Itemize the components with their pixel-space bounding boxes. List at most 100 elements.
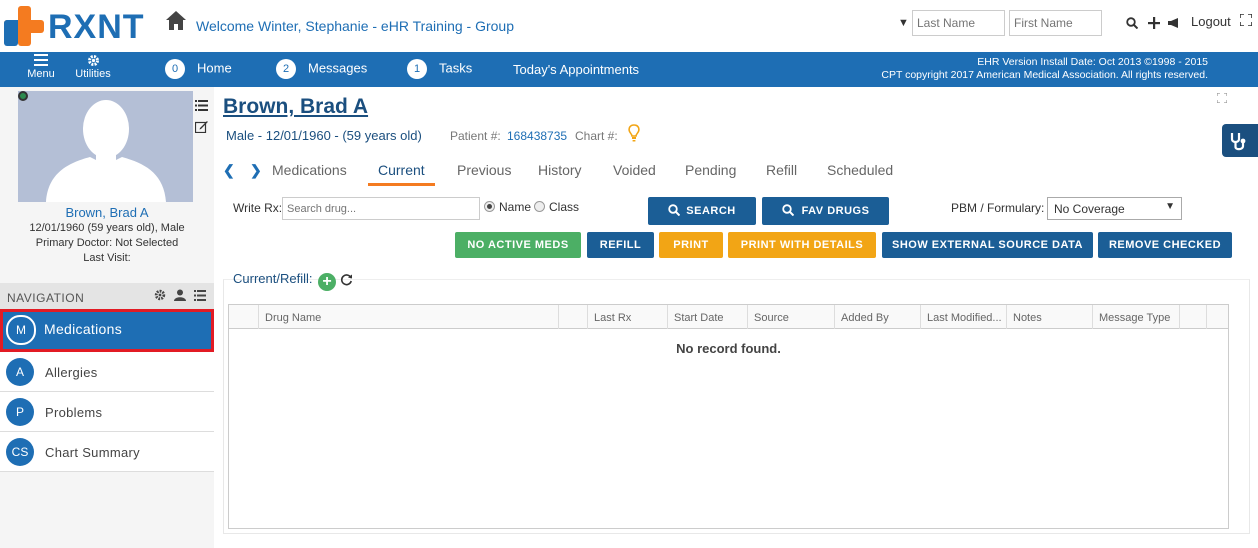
tab-refill[interactable]: Refill xyxy=(766,162,797,178)
print-button[interactable]: PRINT xyxy=(659,232,723,258)
home-count-badge: 0 xyxy=(165,59,185,79)
navigation-header: NAVIGATION xyxy=(0,283,214,309)
messages-label: Messages xyxy=(308,60,368,76)
sidebar-item-medications[interactable]: M Medications xyxy=(0,309,214,352)
tab-current[interactable]: Current xyxy=(368,162,435,186)
column-notes[interactable]: Notes xyxy=(1007,305,1093,329)
pbm-value: No Coverage xyxy=(1054,202,1125,216)
tab-previous[interactable]: Previous xyxy=(457,162,511,178)
remove-checked-button[interactable]: REMOVE CHECKED xyxy=(1098,232,1232,258)
lightbulb-icon[interactable] xyxy=(628,124,640,142)
nav-tasks[interactable]: 1 Tasks xyxy=(407,59,472,79)
column-source[interactable]: Source xyxy=(748,305,835,329)
search-icon xyxy=(781,204,794,217)
patient-title[interactable]: Brown, Brad A xyxy=(223,95,368,119)
hamburger-icon xyxy=(34,54,48,66)
grid-extra-column xyxy=(1180,305,1207,329)
gear-icon xyxy=(87,55,99,66)
radio-name[interactable] xyxy=(484,201,495,212)
tab-voided[interactable]: Voided xyxy=(613,162,656,178)
grid-header: Drug Name Last Rx Start Date Source Adde… xyxy=(229,305,1228,329)
menu-label: Menu xyxy=(27,68,55,80)
nav-home[interactable]: 0 Home xyxy=(165,59,232,79)
print-with-details-button[interactable]: PRINT WITH DETAILS xyxy=(728,232,876,258)
allergies-badge: A xyxy=(6,358,34,386)
main-content: Brown, Brad A Male - 12/01/1960 - (59 ye… xyxy=(214,87,1258,548)
patient-card-name[interactable]: Brown, Brad A xyxy=(0,205,214,220)
last-name-input[interactable] xyxy=(912,10,1005,36)
version-line: EHR Version Install Date: Oct 2013 ©1998… xyxy=(977,56,1208,68)
chevron-right-icon[interactable]: ❯ xyxy=(250,162,262,179)
fav-drugs-label: FAV DRUGS xyxy=(801,205,870,217)
tab-scheduled[interactable]: Scheduled xyxy=(827,162,893,178)
patient-card-doctor: Primary Doctor: Not Selected xyxy=(35,237,179,249)
list-icon[interactable] xyxy=(195,100,208,111)
edit-icon[interactable] xyxy=(195,120,208,133)
chart-summary-badge: CS xyxy=(6,438,34,466)
fav-drugs-button[interactable]: FAV DRUGS xyxy=(762,197,889,225)
first-name-input[interactable] xyxy=(1009,10,1102,36)
collapse-icon[interactable] xyxy=(1217,93,1227,103)
radio-class[interactable] xyxy=(534,201,545,212)
patient-subtitle: Male - 12/01/1960 - (59 years old) xyxy=(226,128,422,143)
column-blank[interactable] xyxy=(559,305,588,329)
menu-button[interactable]: Menu xyxy=(26,54,56,80)
no-active-meds-button[interactable]: NO ACTIVE MEDS xyxy=(455,232,581,258)
column-start-date[interactable]: Start Date xyxy=(668,305,748,329)
column-last-modified[interactable]: Last Modified... xyxy=(921,305,1007,329)
show-external-source-button[interactable]: SHOW EXTERNAL SOURCE DATA xyxy=(882,232,1093,258)
sidebar-item-allergies[interactable]: A Allergies xyxy=(0,352,214,392)
radio-name-label: Name xyxy=(499,200,532,214)
megaphone-icon[interactable] xyxy=(1167,17,1181,29)
user-icon[interactable] xyxy=(174,289,187,301)
sidebar: Brown, Brad A 12/01/1960 (59 years old),… xyxy=(0,87,214,548)
grid-scroll-column xyxy=(1207,305,1228,329)
plus-icon[interactable] xyxy=(1147,16,1160,29)
tab-history[interactable]: History xyxy=(538,162,582,178)
add-icon[interactable]: + xyxy=(318,273,336,291)
welcome-text: Welcome Winter, Stephanie - eHR Training… xyxy=(196,18,514,34)
empty-grid-message: No record found. xyxy=(676,341,781,356)
chart-number-label: Chart #: xyxy=(575,129,618,143)
patient-avatar xyxy=(18,91,193,202)
home-label: Home xyxy=(197,60,232,76)
column-message-type[interactable]: Message Type xyxy=(1093,305,1180,329)
logout-link[interactable]: Logout xyxy=(1191,14,1231,29)
column-last-rx[interactable]: Last Rx xyxy=(588,305,668,329)
patient-number-label: Patient #: xyxy=(450,129,501,143)
patient-card-last-visit: Last Visit: xyxy=(83,252,131,264)
radio-class-label: Class xyxy=(549,200,580,214)
medications-badge: M xyxy=(6,315,36,345)
tab-pending[interactable]: Pending xyxy=(685,162,736,178)
column-drug-name[interactable]: Drug Name xyxy=(259,305,559,329)
fullscreen-icon[interactable] xyxy=(1240,14,1252,26)
home-icon[interactable] xyxy=(165,10,187,32)
utilities-button[interactable]: Utilities xyxy=(72,54,114,80)
rxnt-logo[interactable]: RXNT xyxy=(4,6,144,46)
column-added-by[interactable]: Added By xyxy=(835,305,921,329)
chevron-down-icon[interactable]: ▼ xyxy=(898,17,909,29)
current-refill-label: Current/Refill: xyxy=(233,271,313,286)
patient-number: 168438735 xyxy=(507,129,568,143)
problems-badge: P xyxy=(6,398,34,426)
pbm-select[interactable]: No Coverage ▼ xyxy=(1047,197,1182,220)
search-icon[interactable] xyxy=(1126,16,1139,29)
medications-grid: Drug Name Last Rx Start Date Source Adde… xyxy=(228,304,1229,529)
nav-messages[interactable]: 2 Messages xyxy=(276,59,367,79)
sidebar-item-problems[interactable]: P Problems xyxy=(0,392,214,432)
sidebar-item-label: Allergies xyxy=(45,365,98,380)
refresh-icon[interactable] xyxy=(340,273,353,286)
chevron-left-icon[interactable]: ❮ xyxy=(223,162,235,179)
patient-card-dob: 12/01/1960 (59 years old), Male xyxy=(29,222,185,234)
search-icon xyxy=(668,204,681,217)
list-icon[interactable] xyxy=(194,290,206,301)
settings-icon[interactable] xyxy=(154,289,166,301)
refill-button[interactable]: REFILL xyxy=(587,232,654,258)
search-button[interactable]: SEARCH xyxy=(648,197,756,225)
grid-select-column[interactable] xyxy=(229,305,259,329)
drug-search-input[interactable] xyxy=(282,197,480,220)
top-actions xyxy=(1126,14,1181,29)
sidebar-item-chart-summary[interactable]: CS Chart Summary xyxy=(0,432,214,472)
stethoscope-tab[interactable] xyxy=(1222,124,1258,157)
nav-todays-appointments[interactable]: Today's Appointments xyxy=(513,62,639,77)
